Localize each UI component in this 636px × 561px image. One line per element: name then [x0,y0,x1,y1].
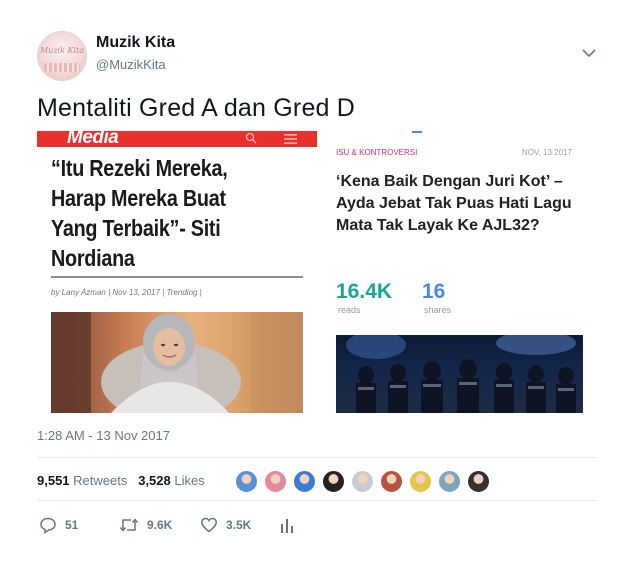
retweet-button[interactable]: 9.6K [119,516,172,534]
divider [37,457,597,458]
tweet-text: Mentaliti Gred A dan Gred D [37,94,356,122]
retweet-count: 9.6K [147,518,173,532]
site-logo: Media [67,131,119,148]
heart-icon [201,517,217,533]
liker-avatar[interactable] [437,469,462,494]
reply-icon [40,517,56,534]
liker-avatar[interactable] [379,469,404,494]
liker-avatar[interactable] [466,469,491,494]
tweet-timestamp[interactable]: 1:28 AM - 13 Nov 2017 [37,428,170,443]
article-photo [51,312,303,413]
headline-divider [51,276,303,278]
article-title: ‘Kena Baik Dengan Juri Kot’ – Ayda Jebat… [336,173,572,234]
like-count: 3.5K [226,518,252,532]
divider [37,500,597,501]
search-icon [245,132,257,144]
stage-performance-photo [336,335,583,413]
liker-avatar[interactable] [350,469,375,494]
page-indicator [412,131,422,133]
reply-count: 51 [65,518,79,532]
like-button[interactable]: 3.5K [200,516,251,534]
reply-button[interactable]: 51 [39,516,78,534]
woman-in-hijab-photo [51,312,303,413]
liker-avatar[interactable] [292,469,317,494]
avatar-logo-band [44,63,80,72]
hamburger-menu-icon [284,134,297,144]
article-headline: “Itu Rezeki Mereka, Harap Mereka Buat Ya… [51,155,228,271]
chevron-down-icon[interactable] [580,44,598,62]
likes-label[interactable]: Likes [174,473,204,488]
article-date: NOV, 13 2017 [522,148,572,157]
engagement-stats: 9,551 Retweets 3,528 Likes [37,473,205,488]
liker-avatar[interactable] [321,469,346,494]
tweet-image-left[interactable]: Media “Itu Rezeki Mereka, Harap Mereka B… [37,131,317,413]
analytics-button[interactable] [280,516,302,534]
shares-count: 16 [422,280,446,303]
retweets-label[interactable]: Retweets [73,473,127,488]
liker-avatar[interactable] [263,469,288,494]
avatar[interactable]: Muzik Kita [37,31,87,81]
liker-avatar[interactable] [408,469,433,494]
retweets-count[interactable]: 9,551 [37,473,70,488]
likes-count[interactable]: 3,528 [138,473,171,488]
liker-avatar[interactable] [234,469,259,494]
shares-label: shares [424,305,452,315]
reads-label: reads [338,305,361,315]
display-name[interactable]: Muzik Kita [96,34,175,52]
site-header-bar: Media [37,131,317,148]
tweet-image-right[interactable]: ISU & KONTROVERSI NOV, 13 2017 ‘Kena Bai… [322,131,597,413]
user-handle[interactable]: @MuzikKita [96,57,166,72]
performers-on-stage-photo [346,335,576,413]
article-category: ISU & KONTROVERSI [336,148,418,157]
avatar-logo-text: Muzik Kita [39,46,85,55]
reads-count: 16.4K [336,280,393,303]
retweet-icon [119,518,139,532]
analytics-icon [281,519,293,533]
article-byline: by Lany Azman | Nov 13, 2017 | Trending … [51,288,202,297]
